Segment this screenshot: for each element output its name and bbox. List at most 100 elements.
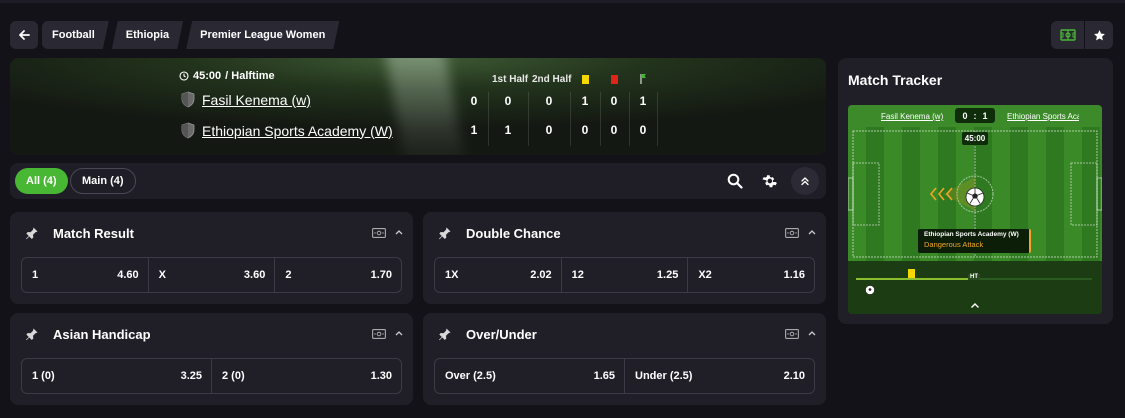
chevron-up-icon[interactable] (807, 329, 817, 337)
home-score: 0 (470, 94, 478, 108)
odd-button[interactable]: Under (2.5) 2.10 (625, 359, 814, 393)
odd-button[interactable]: Over (2.5) 1.65 (435, 359, 625, 393)
pin-icon[interactable] (25, 226, 39, 240)
corner-flag-icon (640, 74, 647, 87)
tracker-score: 0 : 1 (955, 108, 995, 123)
odd-button[interactable]: 1 4.60 (22, 258, 149, 292)
ball-icon (865, 285, 875, 295)
market-title: Double Chance (466, 226, 561, 241)
back-button[interactable] (10, 21, 38, 49)
odd-value: 1.70 (370, 269, 393, 281)
odd-label: 1X (445, 269, 459, 281)
red-card-icon (611, 75, 618, 87)
cashout-icon (372, 228, 386, 238)
tab-all[interactable]: All (4) (15, 168, 68, 194)
tracker-home-score: 0 (962, 110, 968, 121)
arrow-left-icon (19, 30, 30, 40)
market-header[interactable]: Double Chance (423, 212, 826, 256)
odds-row: 1X 2.02 12 1.25 X2 1.16 (434, 257, 815, 293)
odds-row: 1 (0) 3.25 2 (0) 1.30 (21, 358, 402, 394)
shield-icon (181, 91, 195, 108)
match-clock: 45:00 (193, 70, 222, 82)
odd-label: Over (2.5) (445, 370, 496, 382)
cashout-icon (785, 228, 799, 238)
collapse-all-button[interactable] (791, 167, 819, 195)
gear-icon (762, 175, 777, 188)
search-icon (727, 173, 743, 189)
top-actions (1051, 21, 1113, 49)
market-title: Asian Handicap (53, 327, 151, 342)
pin-icon[interactable] (25, 327, 39, 341)
odd-value: 3.25 (180, 370, 202, 382)
odd-button[interactable]: 1X 2.02 (435, 258, 562, 292)
favorite-button[interactable] (1085, 21, 1113, 49)
odd-value: 1.65 (593, 370, 615, 382)
odd-label: 2 (0) (222, 370, 245, 382)
away-score: 1 (470, 123, 478, 137)
chevron-up-icon[interactable] (970, 302, 980, 309)
odd-button[interactable]: 2 (0) 1.30 (212, 359, 401, 393)
event-type: Dangerous Attack (924, 240, 984, 249)
market-header[interactable]: Asian Handicap (10, 313, 413, 357)
pin-icon[interactable] (438, 327, 452, 341)
away-team[interactable]: Ethiopian Sports Academy (W) (180, 122, 393, 139)
search-button[interactable] (724, 170, 746, 192)
odd-label: X (158, 269, 167, 281)
odd-label: Under (2.5) (635, 370, 693, 382)
stadium-light (384, 58, 466, 155)
odd-value: 1.30 (370, 370, 392, 382)
chevron-up-icon[interactable] (394, 329, 404, 337)
yellow-card-icon (908, 269, 915, 278)
breadcrumb-item-league[interactable]: Premier League Women (186, 21, 339, 49)
odd-label: 1 (0) (32, 370, 55, 382)
pin-icon[interactable] (438, 226, 452, 240)
odd-button[interactable]: 12 1.25 (562, 258, 689, 292)
odds-row: 1 4.60 X 3.60 2 1.70 (21, 257, 402, 293)
odd-button[interactable]: 2 1.70 (275, 258, 401, 292)
market-match-result: Match Result 1 4.60 X 3.60 2 1.70 (10, 212, 413, 304)
odd-value: 1.25 (656, 269, 679, 281)
odd-button[interactable]: 1 (0) 3.25 (22, 359, 212, 393)
divider (488, 92, 489, 146)
pitch-icon (1059, 29, 1076, 41)
divider (657, 92, 658, 146)
tracker-home-team[interactable]: Fasil Kenema (w) (881, 112, 943, 121)
divider (570, 92, 571, 146)
odd-label: 1 (32, 269, 39, 281)
odd-value: 3.60 (243, 269, 266, 281)
away-first-half: 1 (504, 123, 512, 137)
breadcrumb-item-ethiopia[interactable]: Ethiopia (112, 21, 183, 49)
odd-button[interactable]: X 3.60 (149, 258, 276, 292)
odd-label: 2 (285, 269, 292, 281)
column-first-half: 1st Half (492, 74, 529, 85)
cashout-icon (372, 329, 386, 339)
pitch-view-button[interactable] (1051, 21, 1084, 49)
tab-main[interactable]: Main (4) (70, 168, 136, 194)
away-red-cards: 0 (610, 123, 618, 137)
market-title: Over/Under (466, 327, 537, 342)
tracker-title: Match Tracker (848, 72, 943, 88)
odd-button[interactable]: X2 1.16 (688, 258, 814, 292)
tracker-away-score: 1 (982, 110, 988, 121)
clock-icon (179, 71, 189, 81)
halftime-marker: HT (968, 274, 980, 280)
tracker-scoreline: Fasil Kenema (w) 0 : 1 Ethiopian Sports … (848, 105, 1102, 127)
odd-value: 1.16 (783, 269, 806, 281)
market-header[interactable]: Match Result (10, 212, 413, 256)
scoreboard: 45:00 / Halftime Fasil Kenema (w) Ethiop… (10, 58, 826, 155)
settings-button[interactable] (758, 170, 780, 192)
shield-icon (181, 122, 195, 139)
chevron-up-icon[interactable] (394, 228, 404, 236)
yellow-card-icon (582, 75, 589, 87)
home-red-cards: 0 (610, 94, 618, 108)
away-corners: 0 (639, 123, 647, 137)
tracker-away-team[interactable]: Ethiopian Sports Academy ... (1007, 112, 1079, 121)
ball-icon (965, 187, 985, 207)
market-header[interactable]: Over/Under (423, 313, 826, 357)
tracker-timeline: HT (848, 261, 1102, 314)
chevron-up-icon[interactable] (807, 228, 817, 236)
tracker-score-separator: : (973, 110, 977, 121)
tracker-widget: Fasil Kenema (w) 0 : 1 Ethiopian Sports … (848, 105, 1102, 314)
breadcrumb-item-football[interactable]: Football (42, 21, 109, 49)
home-team[interactable]: Fasil Kenema (w) (180, 91, 311, 108)
